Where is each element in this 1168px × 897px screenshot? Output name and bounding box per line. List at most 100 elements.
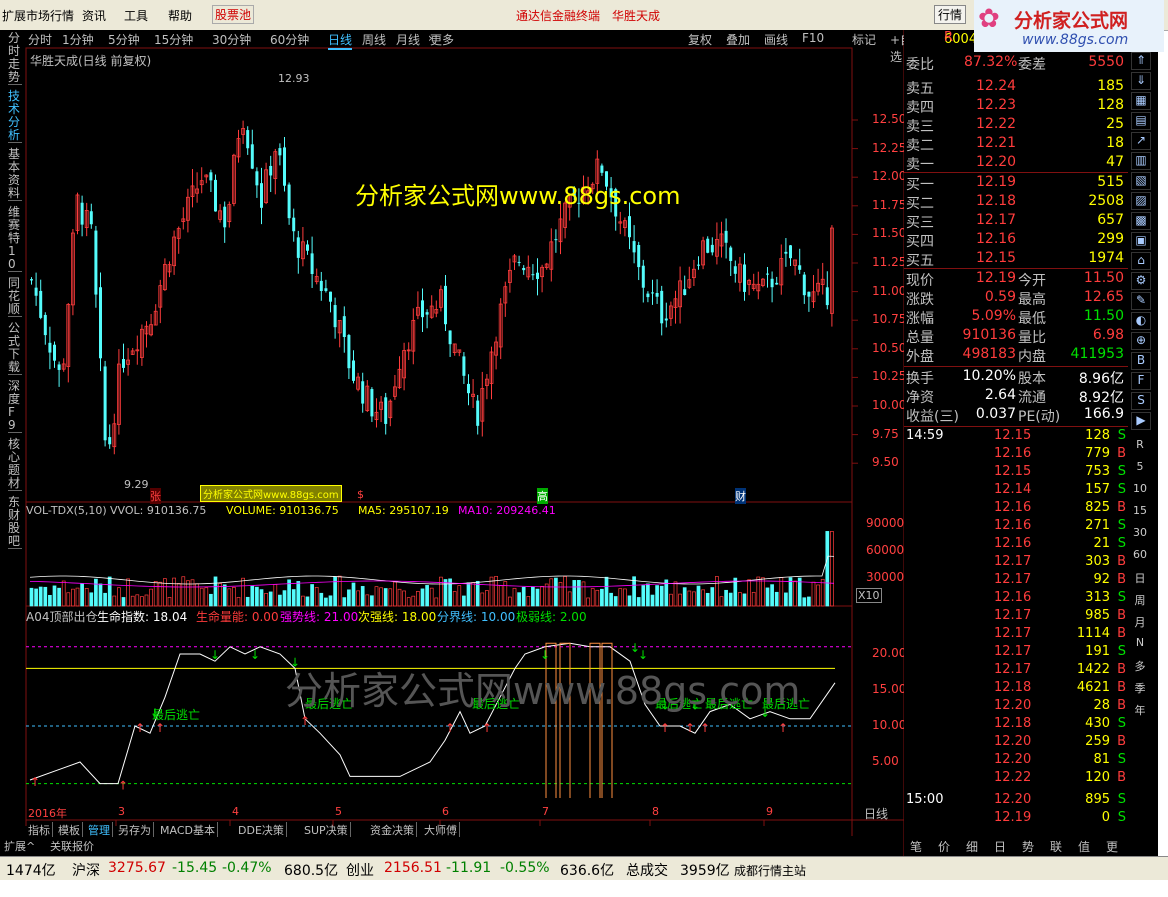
tool-icon[interactable]: ▩ — [1131, 212, 1151, 230]
toolbar-3[interactable]: F10 — [802, 31, 824, 45]
quote-tab-5[interactable]: 联 — [1050, 838, 1062, 855]
volume-bar — [531, 586, 535, 607]
period-icon-0[interactable]: R — [1130, 438, 1150, 451]
period-tab-4[interactable]: 30分钟 — [212, 31, 251, 48]
candle — [39, 290, 43, 318]
period-icon-2[interactable]: 10 — [1130, 482, 1150, 495]
volume-bar — [517, 592, 521, 607]
tool-icon[interactable]: ↗ — [1131, 132, 1151, 150]
left-tab-4[interactable]: 同花顺 — [8, 277, 22, 317]
tick-s: S — [1117, 536, 1126, 551]
period-tab-3[interactable]: 15分钟 — [154, 31, 193, 48]
period-icon-6[interactable]: 日 — [1130, 570, 1150, 586]
period-icon-5[interactable]: 60 — [1130, 548, 1150, 561]
left-tab-6[interactable]: 深度F9 — [8, 380, 22, 433]
quote-tab-2[interactable]: 细 — [966, 838, 978, 855]
tool-icon[interactable]: ⌂ — [1131, 252, 1151, 270]
bottom-tab-2[interactable]: 管理 — [86, 822, 113, 837]
bottom-tab-8[interactable]: 大师傅 — [422, 822, 460, 837]
period-icon-12[interactable]: 年 — [1130, 702, 1150, 718]
quote-row: 卖四 12.23 128 — [904, 97, 1128, 116]
bottom-tab-4[interactable]: MACD基本 — [158, 822, 218, 837]
tick-p: 12.18 — [994, 680, 1032, 695]
quote-tab-3[interactable]: 日 — [994, 838, 1006, 855]
left-tab-5[interactable]: 公式下载 — [8, 322, 22, 375]
zhang-marker: 张 — [150, 488, 161, 504]
period-tab-7[interactable]: 周线 — [362, 31, 386, 48]
period-icon-3[interactable]: 15 — [1130, 504, 1150, 517]
volume-bar — [38, 586, 43, 607]
tool-icon[interactable]: F — [1131, 372, 1151, 390]
tool-icon[interactable]: ◐ — [1131, 312, 1151, 330]
volume-bar — [521, 586, 526, 607]
tick-p: 12.16 — [994, 446, 1032, 461]
tool-icon[interactable]: B — [1131, 352, 1151, 370]
left-tab-3[interactable]: 维赛特10 — [8, 206, 22, 272]
stock-pool-button[interactable]: 股票池 — [212, 5, 255, 24]
tool-icon[interactable]: ⊕ — [1131, 332, 1151, 350]
period-icon-7[interactable]: 周 — [1130, 592, 1150, 608]
menu-item-tools[interactable]: 工具 — [124, 7, 148, 24]
left-tab-7[interactable]: 核心题材 — [8, 438, 22, 491]
menu-item-help[interactable]: 帮助 — [168, 7, 192, 24]
tool-icon[interactable]: ▥ — [1131, 152, 1151, 170]
up-arrow: ↑ — [445, 721, 455, 735]
tool-icon[interactable]: ✎ — [1131, 292, 1151, 310]
more-chevron-icon[interactable]: › — [428, 31, 433, 45]
candle — [710, 244, 714, 253]
bottom-tab-0[interactable]: 指标 — [26, 822, 53, 837]
tool-icon[interactable]: S — [1131, 392, 1151, 410]
toolbar-0[interactable]: 复权 — [688, 31, 712, 48]
app-title: 扩展市场行情 — [2, 9, 75, 23]
bottom-tab-7[interactable]: 资金决策 — [368, 822, 417, 837]
period-icon-11[interactable]: 季 — [1130, 680, 1150, 696]
up-arrow: ↑ — [700, 721, 710, 735]
tool-icon[interactable]: ⇓ — [1131, 72, 1151, 90]
bottom-tab-5[interactable]: DDE决策 — [236, 822, 287, 837]
tool-icon[interactable]: ▣ — [1131, 232, 1151, 250]
quote-tab-7[interactable]: 更 — [1106, 838, 1118, 855]
quote-tab-1[interactable]: 价 — [938, 838, 950, 855]
related-quotes-tab[interactable]: 关联报价 — [50, 838, 94, 854]
tool-icon[interactable]: ⇑ — [1131, 52, 1151, 70]
left-tab-2[interactable]: 基本资料 — [8, 148, 22, 201]
toolbar-2[interactable]: 画线 — [764, 31, 788, 48]
quote-tab-6[interactable]: 值 — [1078, 838, 1090, 855]
left-tab-8[interactable]: 东财股吧 — [8, 496, 22, 549]
quote-tab-0[interactable]: 笔 — [910, 838, 922, 855]
period-icon-8[interactable]: 月 — [1130, 614, 1150, 630]
period-icon-4[interactable]: 30 — [1130, 526, 1150, 539]
bottom-tab-3[interactable]: 另存为 — [116, 822, 154, 837]
candle — [53, 344, 56, 361]
tool-icon[interactable]: ▨ — [1131, 192, 1151, 210]
period-tab-8[interactable]: 月线 — [396, 31, 420, 48]
volume-bar — [402, 590, 406, 607]
quote-tab-4[interactable]: 势 — [1022, 838, 1034, 855]
period-tab-0[interactable]: 分时 — [28, 31, 52, 48]
left-tab-0[interactable]: 分时走势 — [8, 32, 22, 85]
toolbar-1[interactable]: 叠加 — [726, 31, 750, 48]
period-tab-1[interactable]: 1分钟 — [62, 31, 94, 48]
bottom-tab-1[interactable]: 模板 — [56, 822, 83, 837]
tick-p: 12.22 — [994, 770, 1032, 785]
left-tab-1[interactable]: 技术分析 — [8, 90, 22, 143]
period-tab-6[interactable]: 日线 — [328, 31, 353, 50]
period-icon-1[interactable]: 5 — [1130, 460, 1150, 473]
toolbar-4[interactable]: 标记 — [852, 31, 876, 48]
tool-icon[interactable]: ▧ — [1131, 172, 1151, 190]
kline-chart[interactable]: ↑ ↑↑ ↑↑↑ ↑ ↑ ↑ ↑ ↑↓↓ ↓↓↓↓↓↓ ↓↓最后逃亡最后逃亡 最后逃亡 最后逃亡 最后逃… — [0, 30, 904, 856]
tool-icon[interactable]: ▦ — [1131, 92, 1151, 110]
ext-tab[interactable]: 扩展^ — [4, 838, 35, 854]
tool-icon[interactable]: ▤ — [1131, 112, 1151, 130]
period-tab-5[interactable]: 60分钟 — [270, 31, 309, 48]
period-tab-9[interactable]: 更多 — [430, 31, 454, 48]
menu-item-news[interactable]: 资讯 — [82, 7, 106, 24]
tool-icon[interactable]: ▶ — [1131, 412, 1151, 430]
period-icon-10[interactable]: 多 — [1130, 658, 1150, 674]
bottom-tab-6[interactable]: SUP决策 — [302, 822, 351, 837]
tool-icon[interactable]: ⚙ — [1131, 272, 1151, 290]
period-icon-9[interactable]: N — [1130, 636, 1150, 649]
quote-button[interactable]: 行情 — [934, 5, 967, 24]
period-tab-2[interactable]: 5分钟 — [108, 31, 140, 48]
tick-p: 12.16 — [994, 590, 1032, 605]
